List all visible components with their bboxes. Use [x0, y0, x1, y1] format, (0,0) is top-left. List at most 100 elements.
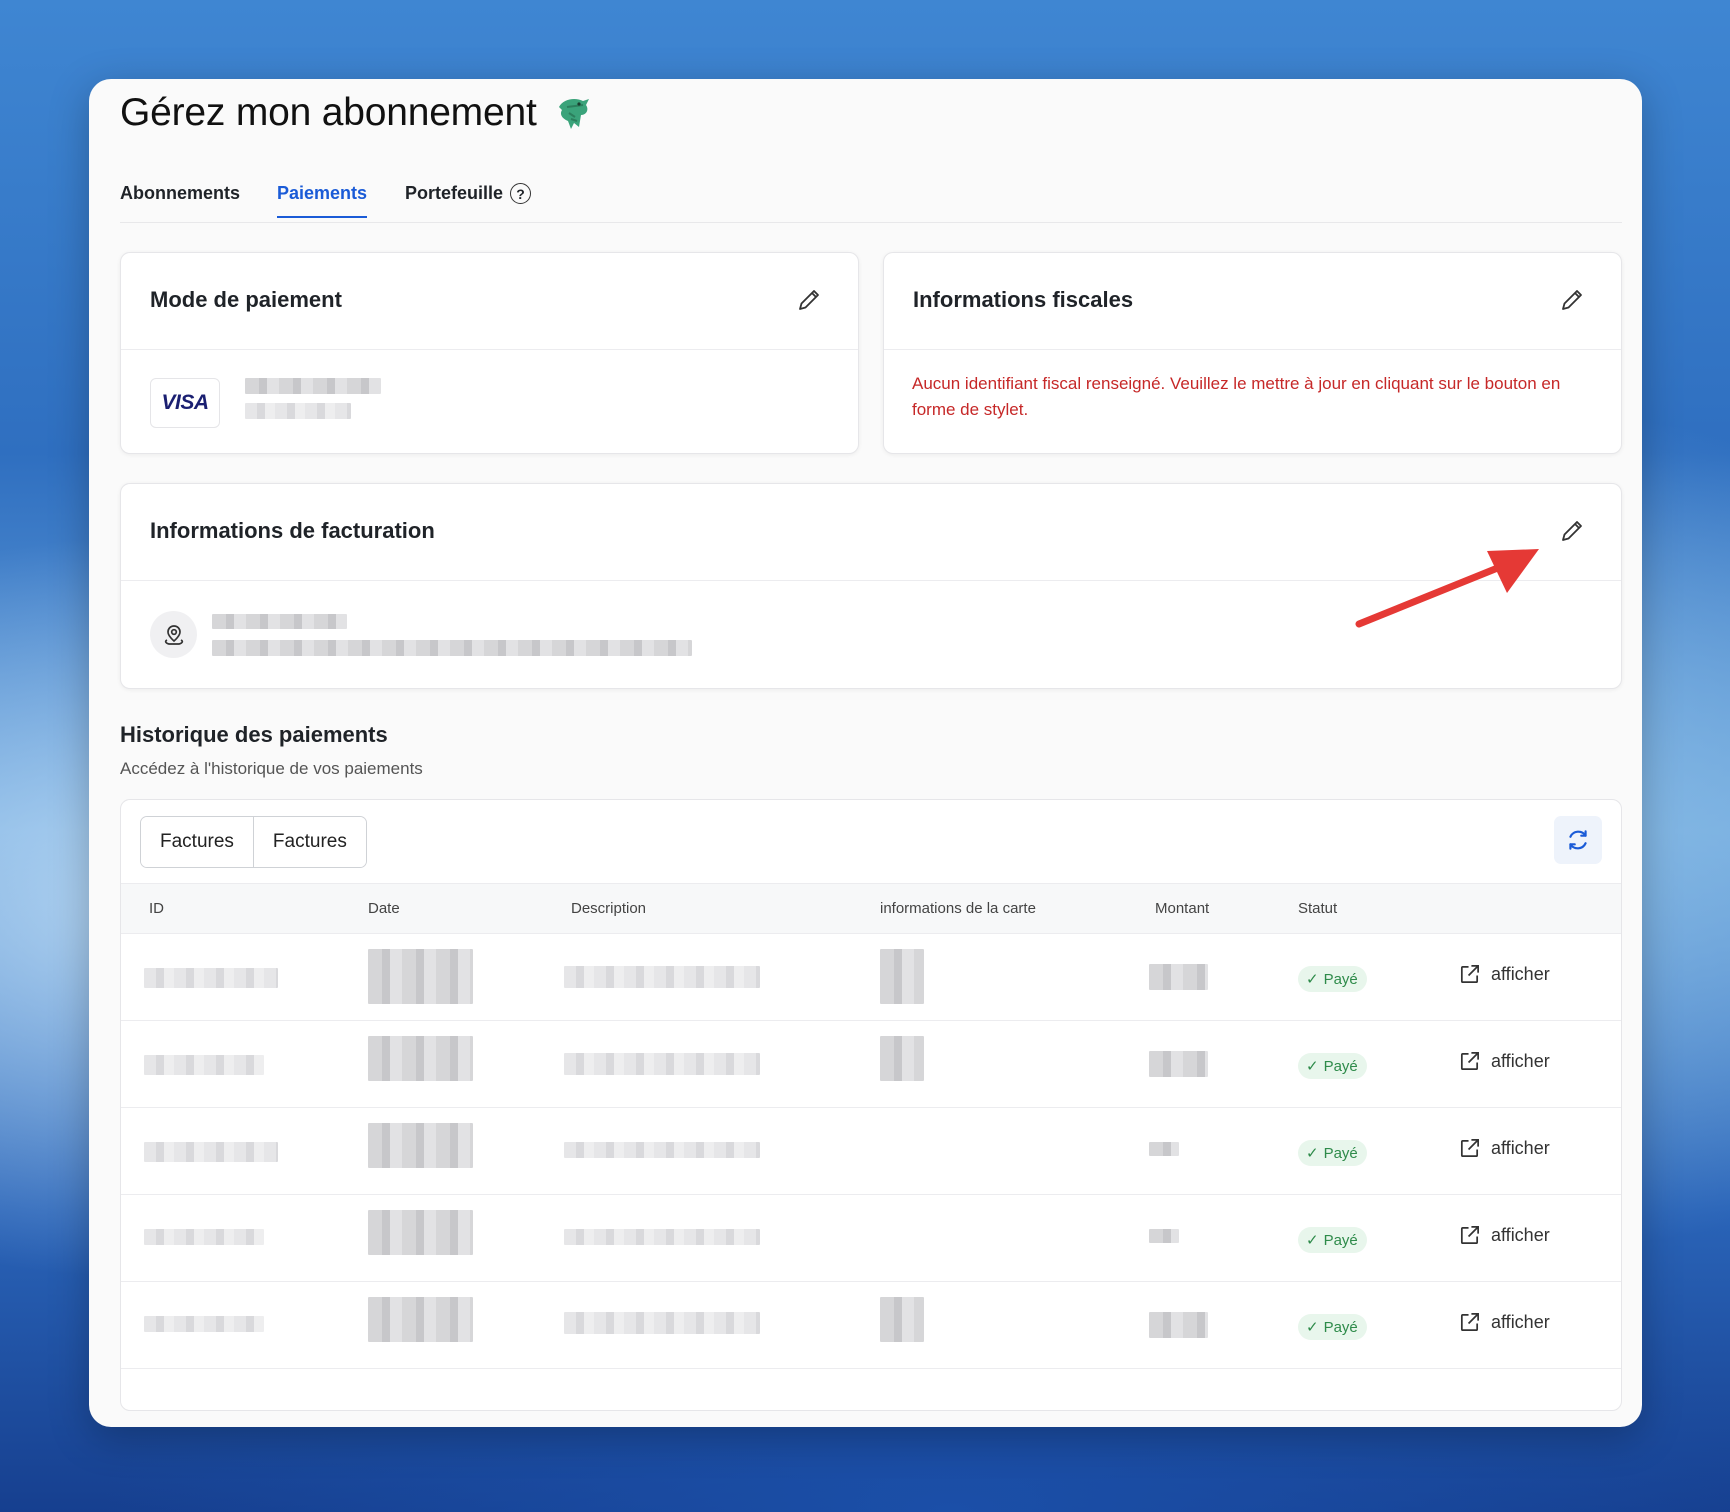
card-title: Informations fiscales	[913, 287, 1134, 312]
payment-history-table: Factures Factures ID Date Description in…	[120, 799, 1622, 1411]
redacted-date	[368, 1036, 473, 1081]
redacted-date	[368, 1210, 473, 1255]
payment-method-card: Mode de paiement VISA	[120, 252, 859, 454]
pencil-icon	[1562, 521, 1582, 541]
redacted-card-expiry	[245, 403, 351, 419]
redacted-billing-address	[212, 640, 692, 656]
column-header-status: Statut	[1298, 900, 1338, 917]
status-badge-label: Payé	[1323, 1057, 1358, 1075]
redacted-description	[564, 1229, 760, 1245]
column-header-amount: Montant	[1155, 900, 1210, 917]
column-header-description: Description	[571, 900, 647, 917]
redacted-amount	[1149, 1229, 1179, 1243]
tab-abonnements[interactable]: Abonnements	[120, 183, 240, 216]
status-badge-label: Payé	[1323, 1231, 1358, 1249]
help-circle-icon[interactable]: ?	[510, 183, 532, 204]
status-badge-label: Payé	[1323, 970, 1358, 988]
external-link-icon	[1460, 1052, 1479, 1071]
status-badge: ✓ Payé	[1298, 1314, 1367, 1340]
payment-history-title: Historique des paiements	[120, 722, 388, 747]
redacted-amount	[1149, 964, 1208, 990]
external-link-icon	[1460, 1313, 1479, 1332]
table-row: ✓ Payé afficher	[121, 1021, 1621, 1108]
card-header: Informations fiscales	[884, 253, 1621, 350]
segment-factures[interactable]: Factures	[141, 817, 253, 867]
tax-info-warning: Aucun identifiant fiscal renseigné. Veui…	[912, 374, 1561, 419]
check-icon: ✓	[1306, 1232, 1319, 1249]
status-badge: ✓ Payé	[1298, 1140, 1367, 1166]
redacted-id	[144, 1316, 264, 1332]
table-row: ✓ Payé afficher	[121, 1108, 1621, 1195]
card-title: Mode de paiement	[150, 287, 342, 312]
view-link-label: afficher	[1491, 1225, 1550, 1245]
check-icon: ✓	[1306, 971, 1319, 988]
redacted-card-info	[880, 949, 924, 1004]
payment-history-subtitle: Accédez à l'historique de vos paiements	[120, 759, 423, 778]
table-header: ID Date Description informations de la c…	[121, 883, 1621, 934]
column-header-card-info: informations de la carte	[880, 900, 1036, 917]
status-badge-label: Payé	[1323, 1144, 1358, 1162]
view-link-label: afficher	[1491, 964, 1550, 984]
refresh-button[interactable]	[1554, 816, 1602, 864]
column-header-date: Date	[368, 900, 400, 917]
status-badge: ✓ Payé	[1298, 966, 1367, 992]
status-badge: ✓ Payé	[1298, 1227, 1367, 1253]
redacted-description	[564, 1312, 760, 1334]
view-link-label: afficher	[1491, 1138, 1550, 1158]
tab-label: Paiements	[277, 183, 368, 203]
redacted-id	[144, 1055, 264, 1075]
external-link-icon	[1460, 1226, 1479, 1245]
location-pin-icon	[150, 611, 197, 658]
check-icon: ✓	[1306, 1058, 1319, 1075]
crocodile-mascot-icon	[553, 93, 593, 133]
external-link-icon	[1460, 1139, 1479, 1158]
page-title: Gérez mon abonnement	[120, 91, 593, 135]
visa-logo: VISA	[150, 378, 220, 428]
billing-info-card: Informations de facturation	[120, 483, 1622, 689]
redacted-description	[564, 1053, 760, 1075]
redacted-amount	[1149, 1051, 1208, 1077]
view-link-label: afficher	[1491, 1312, 1550, 1332]
redacted-card-info	[880, 1036, 924, 1081]
table-row: ✓ Payé afficher	[121, 934, 1621, 1021]
redacted-description	[564, 966, 760, 988]
edit-billing-info-button[interactable]	[1559, 518, 1585, 544]
edit-payment-method-button[interactable]	[796, 287, 822, 313]
status-badge: ✓ Payé	[1298, 1053, 1367, 1079]
invoice-segmented-control: Factures Factures	[140, 816, 367, 868]
redacted-amount	[1149, 1312, 1208, 1338]
segment-factures[interactable]: Factures	[252, 817, 366, 867]
tax-info-card: Informations fiscales Aucun identifiant …	[883, 252, 1622, 454]
redacted-date	[368, 1123, 473, 1168]
tab-paiements[interactable]: Paiements	[277, 183, 368, 218]
card-title: Informations de facturation	[150, 518, 435, 543]
redacted-amount	[1149, 1142, 1179, 1156]
page-title-text: Gérez mon abonnement	[120, 91, 537, 134]
table-row: ✓ Payé afficher	[121, 1195, 1621, 1282]
card-header: Mode de paiement	[121, 253, 858, 350]
view-invoice-link[interactable]: afficher	[1458, 1224, 1550, 1247]
redacted-description	[564, 1142, 760, 1158]
redacted-date	[368, 1297, 473, 1342]
status-badge-label: Payé	[1323, 1318, 1358, 1336]
view-invoice-link[interactable]: afficher	[1458, 1137, 1550, 1160]
view-invoice-link[interactable]: afficher	[1458, 1311, 1550, 1334]
app-window: Gérez mon abonnement Abonnements Paiemen…	[89, 79, 1642, 1427]
edit-tax-info-button[interactable]	[1559, 287, 1585, 313]
pencil-icon	[799, 290, 819, 310]
redacted-id	[144, 1229, 264, 1245]
view-invoice-link[interactable]: afficher	[1458, 1050, 1550, 1073]
redacted-id	[144, 1142, 278, 1162]
column-header-id: ID	[149, 900, 164, 917]
table-row: ✓ Payé afficher	[121, 1282, 1621, 1369]
view-invoice-link[interactable]: afficher	[1458, 963, 1550, 986]
tab-label: Portefeuille	[405, 183, 504, 203]
view-link-label: afficher	[1491, 1051, 1550, 1071]
check-icon: ✓	[1306, 1145, 1319, 1162]
redacted-card-number	[245, 378, 381, 394]
redacted-card-info	[880, 1297, 924, 1342]
check-icon: ✓	[1306, 1319, 1319, 1336]
tab-portefeuille[interactable]: Portefeuille ?	[405, 183, 532, 216]
pencil-icon	[1562, 290, 1582, 310]
refresh-icon	[1569, 830, 1587, 850]
